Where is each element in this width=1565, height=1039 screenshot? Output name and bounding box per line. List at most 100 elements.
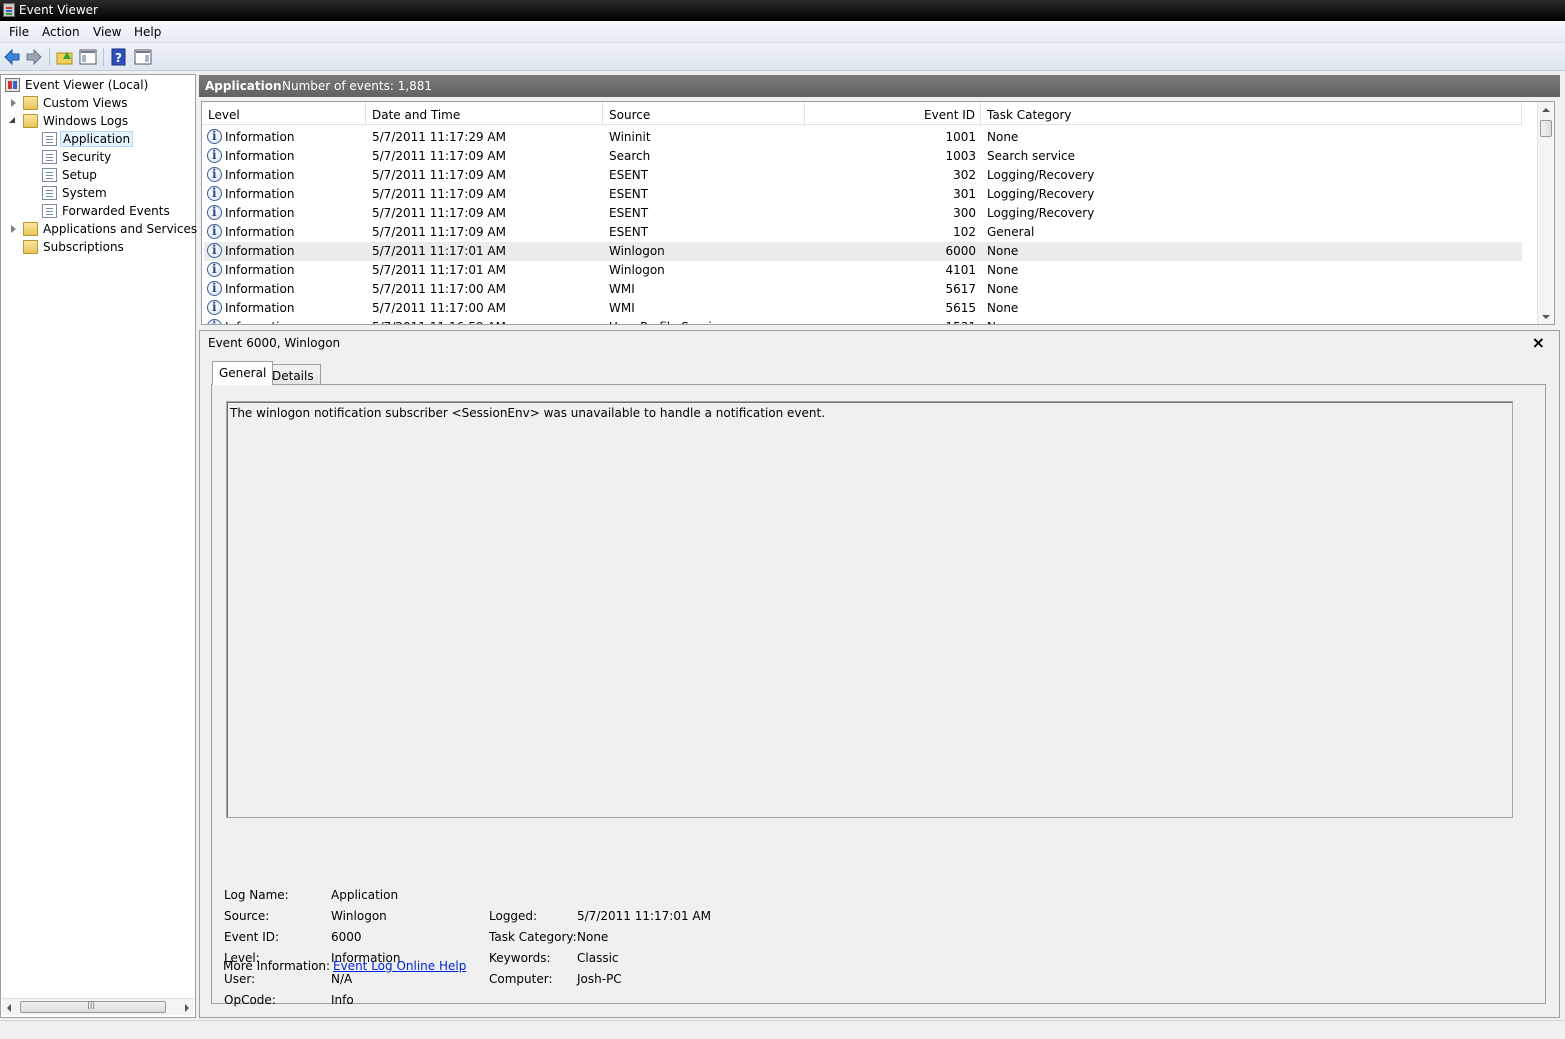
value-log-name: Application xyxy=(331,888,399,902)
event-date-time: 5/7/2011 11:17:00 AM xyxy=(372,282,506,296)
tree-label: Setup xyxy=(62,168,97,182)
event-level: Information xyxy=(225,130,295,144)
event-row[interactable]: Information 5/7/2011 11:17:29 AM Wininit 10… xyxy=(204,128,1522,147)
event-log-online-help-link[interactable]: Event Log Online Help xyxy=(333,959,466,973)
event-id: 5615 xyxy=(945,301,976,315)
menu-view[interactable]: View xyxy=(93,25,121,39)
back-arrow-icon[interactable] xyxy=(2,47,22,67)
tree-horizontal-scrollbar[interactable] xyxy=(2,998,194,1015)
event-date-time: 5/7/2011 11:17:09 AM xyxy=(372,187,506,201)
tab-general[interactable]: General xyxy=(212,361,274,385)
event-count: Number of events: 1,881 xyxy=(282,79,433,93)
event-task-category: None xyxy=(987,301,1019,315)
event-id: 1003 xyxy=(945,149,976,163)
event-row[interactable]: Information 5/7/2011 11:17:09 AM Search 100… xyxy=(204,147,1522,166)
label-source: Source: xyxy=(224,909,270,923)
event-date-time: 5/7/2011 11:16:59 AM xyxy=(372,320,506,324)
event-date-time: 5/7/2011 11:17:09 AM xyxy=(372,206,506,220)
information-icon xyxy=(207,281,222,296)
event-date-time: 5/7/2011 11:17:09 AM xyxy=(372,168,506,182)
scroll-down-icon[interactable] xyxy=(1542,315,1550,319)
scroll-right-icon[interactable] xyxy=(185,1004,189,1012)
show-hide-action-pane-icon[interactable] xyxy=(133,47,153,67)
scroll-left-icon[interactable] xyxy=(7,1004,11,1012)
event-level: Information xyxy=(225,168,295,182)
event-date-time: 5/7/2011 11:17:09 AM xyxy=(372,149,506,163)
event-level: Information xyxy=(225,263,295,277)
scroll-up-icon[interactable] xyxy=(1542,108,1550,112)
column-header-level[interactable]: Level xyxy=(202,102,366,125)
event-task-category: General xyxy=(987,225,1035,239)
menu-help[interactable]: Help xyxy=(134,25,161,39)
log-icon xyxy=(42,132,57,146)
event-task-category: None xyxy=(987,130,1019,144)
status-bar xyxy=(0,1020,1565,1039)
column-header-source[interactable]: Source xyxy=(603,102,805,125)
tree-label: Forwarded Events xyxy=(62,204,170,218)
events-vertical-scrollbar[interactable] xyxy=(1537,102,1554,324)
column-header-event-id[interactable]: Event ID xyxy=(805,102,981,125)
event-date-time: 5/7/2011 11:17:29 AM xyxy=(372,130,506,144)
event-row[interactable]: Information 5/7/2011 11:17:09 AM ESENT 302 L… xyxy=(204,166,1522,185)
folder-icon xyxy=(23,222,38,236)
event-task-category: Search service xyxy=(987,149,1076,163)
scroll-thumb[interactable] xyxy=(1540,120,1552,137)
event-source: ESENT xyxy=(609,225,649,239)
event-id: 302 xyxy=(953,168,976,182)
label-event-id: Event ID: xyxy=(224,930,280,944)
forward-arrow-icon[interactable] xyxy=(24,47,44,67)
event-task-category: None xyxy=(987,282,1019,296)
events-list: Level Date and Time Source Event ID Task… xyxy=(201,101,1555,325)
event-source: Winlogon xyxy=(609,244,665,258)
scroll-thumb[interactable] xyxy=(20,1000,166,1013)
information-icon xyxy=(207,224,222,239)
event-row[interactable]: Information 5/7/2011 11:17:01 AM Winlogon 6… xyxy=(204,242,1522,261)
log-title: Application xyxy=(205,79,282,93)
event-id: 1531 xyxy=(807,320,976,324)
information-icon xyxy=(207,205,222,220)
menu-file[interactable]: File xyxy=(9,25,29,39)
value-task-category: None xyxy=(577,930,609,944)
event-task-category: Logging/Recovery xyxy=(987,206,1095,220)
expand-arrow-icon[interactable] xyxy=(11,225,16,233)
tree-label: Subscriptions xyxy=(43,240,124,254)
value-opcode: Info xyxy=(331,993,354,1007)
label-log-name: Log Name: xyxy=(224,888,289,902)
log-icon xyxy=(42,204,57,218)
event-id: 300 xyxy=(953,206,976,220)
event-task-category: None xyxy=(987,320,1018,324)
label-task-category: Task Category: xyxy=(489,930,577,944)
event-row[interactable]: Information 5/7/2011 11:17:09 AM ESENT 102 G… xyxy=(204,223,1522,242)
general-tab-body: The winlogon notification subscriber <Se… xyxy=(211,384,1546,1007)
column-header-date-time[interactable]: Date and Time xyxy=(366,102,603,125)
event-row[interactable]: Information 5/7/2011 11:17:00 AM WMI 5617 No… xyxy=(204,280,1522,299)
column-header-task-category[interactable]: Task Category xyxy=(981,102,1522,125)
event-date-time: 5/7/2011 11:17:00 AM xyxy=(372,301,506,315)
expand-arrow-icon[interactable] xyxy=(11,99,16,107)
up-folder-icon[interactable] xyxy=(55,47,75,67)
tree-label: Security xyxy=(62,150,112,164)
event-viewer-icon xyxy=(5,78,20,92)
event-source: ESENT xyxy=(609,187,649,201)
tab-details[interactable]: Details xyxy=(265,364,321,386)
event-row[interactable]: Information 5/7/2011 11:17:09 AM ESENT 300 L… xyxy=(204,204,1522,223)
label-user: User: xyxy=(224,972,256,986)
show-hide-tree-icon[interactable] xyxy=(78,47,98,67)
event-task-category: None xyxy=(987,244,1019,258)
event-source: Wininit xyxy=(609,130,651,144)
event-row[interactable]: Information 5/7/2011 11:17:00 AM WMI 5615 No… xyxy=(204,299,1522,318)
close-icon[interactable]: × xyxy=(1532,333,1545,352)
help-icon[interactable]: ? xyxy=(109,47,129,67)
menu-action[interactable]: Action xyxy=(42,25,80,39)
tree-label: Application xyxy=(60,131,134,147)
value-source: Winlogon xyxy=(331,909,387,923)
collapse-arrow-icon[interactable] xyxy=(9,117,15,123)
label-keywords: Keywords: xyxy=(489,951,551,965)
event-row[interactable]: Information 5/7/2011 11:16:59 AM User Prof… xyxy=(204,318,1522,324)
information-icon xyxy=(207,300,222,315)
information-icon xyxy=(207,319,222,324)
event-row[interactable]: Information 5/7/2011 11:17:09 AM ESENT 301 L… xyxy=(204,185,1522,204)
log-icon xyxy=(42,150,57,164)
event-row[interactable]: Information 5/7/2011 11:17:01 AM Winlogon 4… xyxy=(204,261,1522,280)
log-icon xyxy=(42,186,57,200)
